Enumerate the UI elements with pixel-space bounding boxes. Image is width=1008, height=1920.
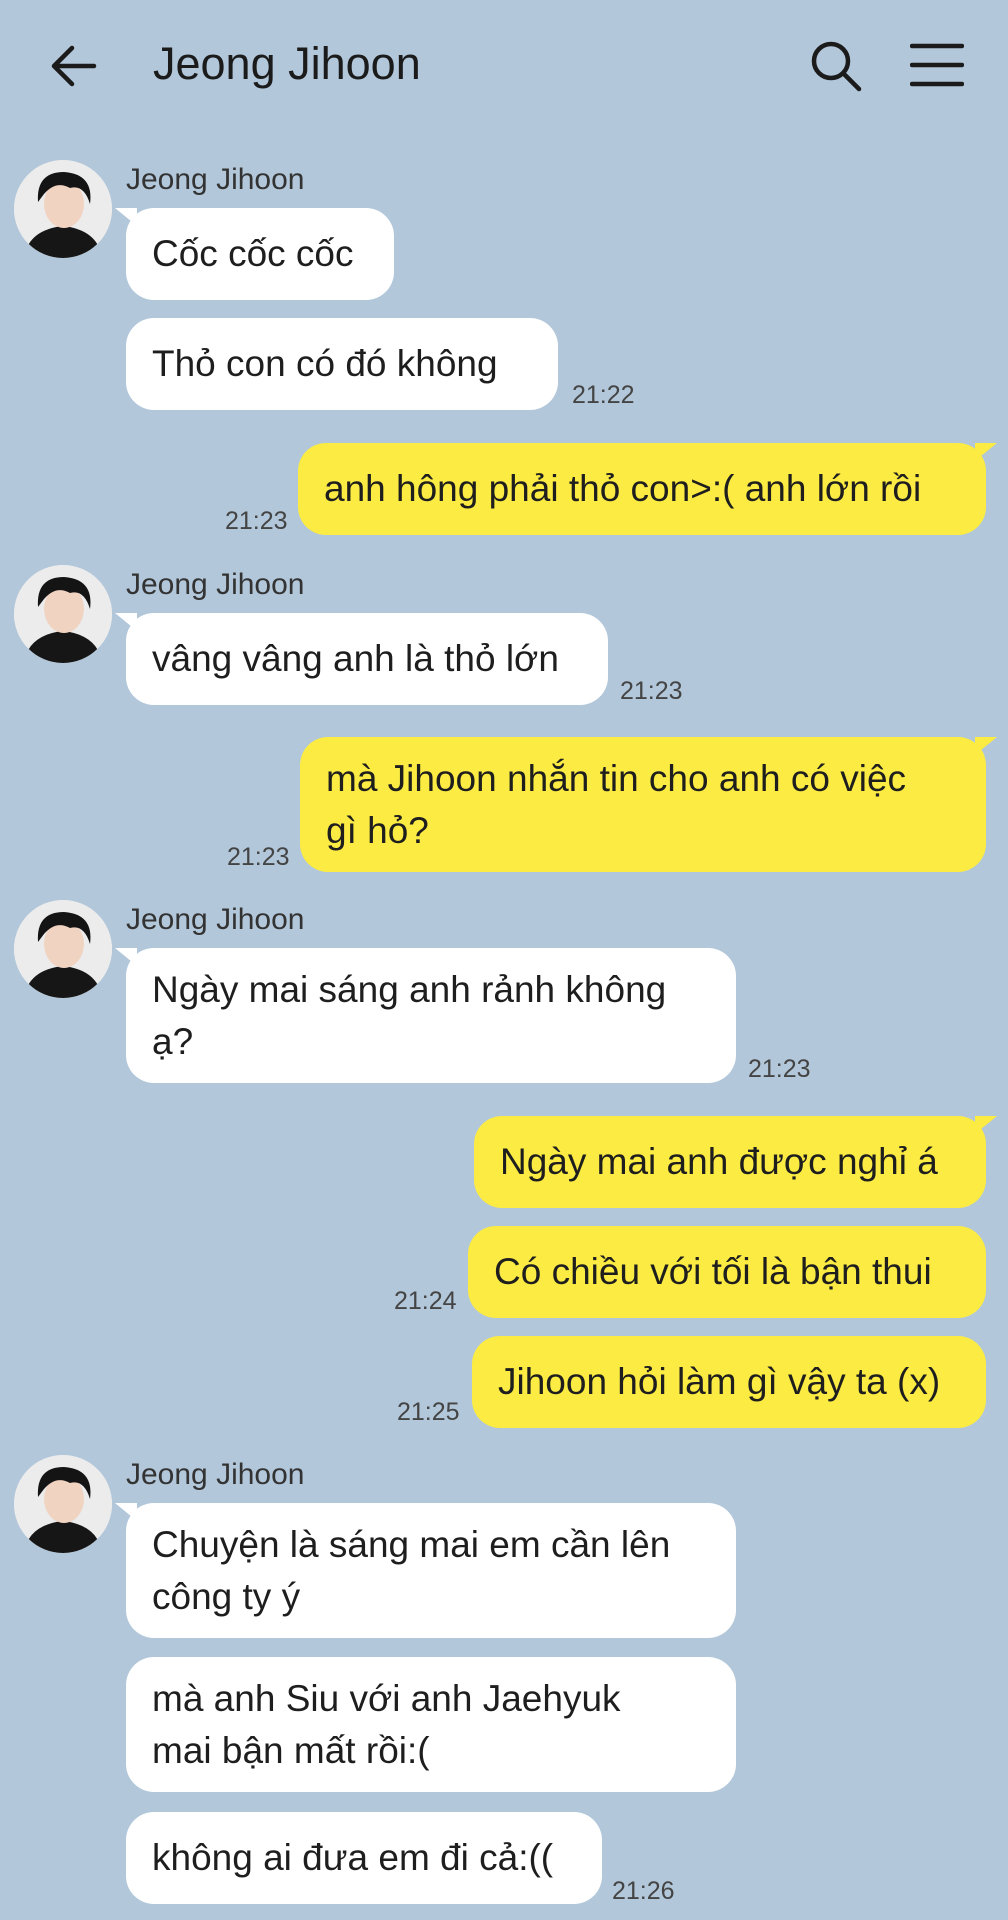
outgoing-message[interactable]: anh hông phải thỏ con>:( anh lớn rồi: [298, 443, 997, 535]
message-text: không ai đưa em đi cả:((: [152, 1837, 554, 1878]
sender-name: Jeong Jihoon: [126, 1458, 305, 1491]
message-time: 21:26: [612, 1877, 675, 1905]
incoming-message[interactable]: không ai đưa em đi cả:((: [126, 1812, 602, 1904]
message-text: anh hông phải thỏ con>:( anh lớn rồi: [324, 468, 922, 509]
message-text-line: gì hỏ?: [326, 809, 429, 851]
message-time: 21:25: [397, 1398, 460, 1426]
incoming-message[interactable]: mà anh Siu với anh Jaehyuk mai bận mất r…: [126, 1657, 736, 1792]
message-text-line: mà Jihoon nhắn tin cho anh có việc: [326, 757, 907, 799]
message-text-line: Ngày mai sáng anh rảnh không: [152, 968, 667, 1010]
incoming-message[interactable]: Thỏ con có đó không: [126, 318, 558, 410]
message-text: Thỏ con có đó không: [152, 343, 498, 384]
incoming-message[interactable]: Chuyện là sáng mai em cần lên công ty ý: [115, 1503, 736, 1638]
message-text: Cốc cốc cốc: [152, 233, 354, 274]
chat-title: Jeong Jihoon: [153, 38, 421, 89]
message-time: 21:23: [225, 507, 288, 535]
message-text: Ngày mai anh được nghỉ á: [500, 1141, 938, 1182]
message-time: 21:23: [620, 677, 683, 705]
incoming-message[interactable]: vâng vâng anh là thỏ lớn: [115, 613, 608, 705]
sender-name: Jeong Jihoon: [126, 903, 305, 936]
message-time: 21:22: [572, 381, 635, 409]
incoming-message[interactable]: Cốc cốc cốc: [115, 208, 394, 300]
outgoing-message[interactable]: Có chiều với tối là bận thui: [468, 1226, 986, 1318]
message-time: 21:23: [227, 843, 290, 871]
contact-avatar[interactable]: [14, 565, 112, 663]
message-text-line: công ty ý: [152, 1575, 301, 1617]
message-text: Có chiều với tối là bận thui: [494, 1251, 932, 1292]
message-text-line: mà anh Siu với anh Jaehyuk: [152, 1677, 621, 1719]
search-icon[interactable]: [808, 38, 864, 94]
contact-avatar[interactable]: [14, 1455, 112, 1553]
sender-name: Jeong Jihoon: [126, 568, 305, 601]
contact-avatar[interactable]: [14, 160, 112, 258]
contact-avatar[interactable]: [14, 900, 112, 998]
menu-icon[interactable]: [910, 40, 964, 90]
message-text-line: ạ?: [152, 1020, 194, 1062]
sender-name: Jeong Jihoon: [126, 163, 305, 196]
message-text-line: mai bận mất rồi:(: [152, 1729, 430, 1771]
message-text: vâng vâng anh là thỏ lớn: [152, 638, 559, 679]
outgoing-message[interactable]: mà Jihoon nhắn tin cho anh có việc gì hỏ…: [300, 737, 997, 872]
message-text-line: Chuyện là sáng mai em cần lên: [152, 1523, 671, 1565]
incoming-message[interactable]: Ngày mai sáng anh rảnh không ạ?: [115, 948, 736, 1083]
message-time: 21:24: [394, 1287, 457, 1315]
outgoing-message[interactable]: Ngày mai anh được nghỉ á: [474, 1116, 997, 1208]
outgoing-message[interactable]: Jihoon hỏi làm gì vậy ta (x): [472, 1336, 986, 1428]
message-time: 21:23: [748, 1055, 811, 1083]
message-text: Jihoon hỏi làm gì vậy ta (x): [498, 1361, 941, 1402]
back-arrow-icon[interactable]: [44, 36, 104, 96]
top-bar: Jeong Jihoon: [0, 0, 1008, 130]
